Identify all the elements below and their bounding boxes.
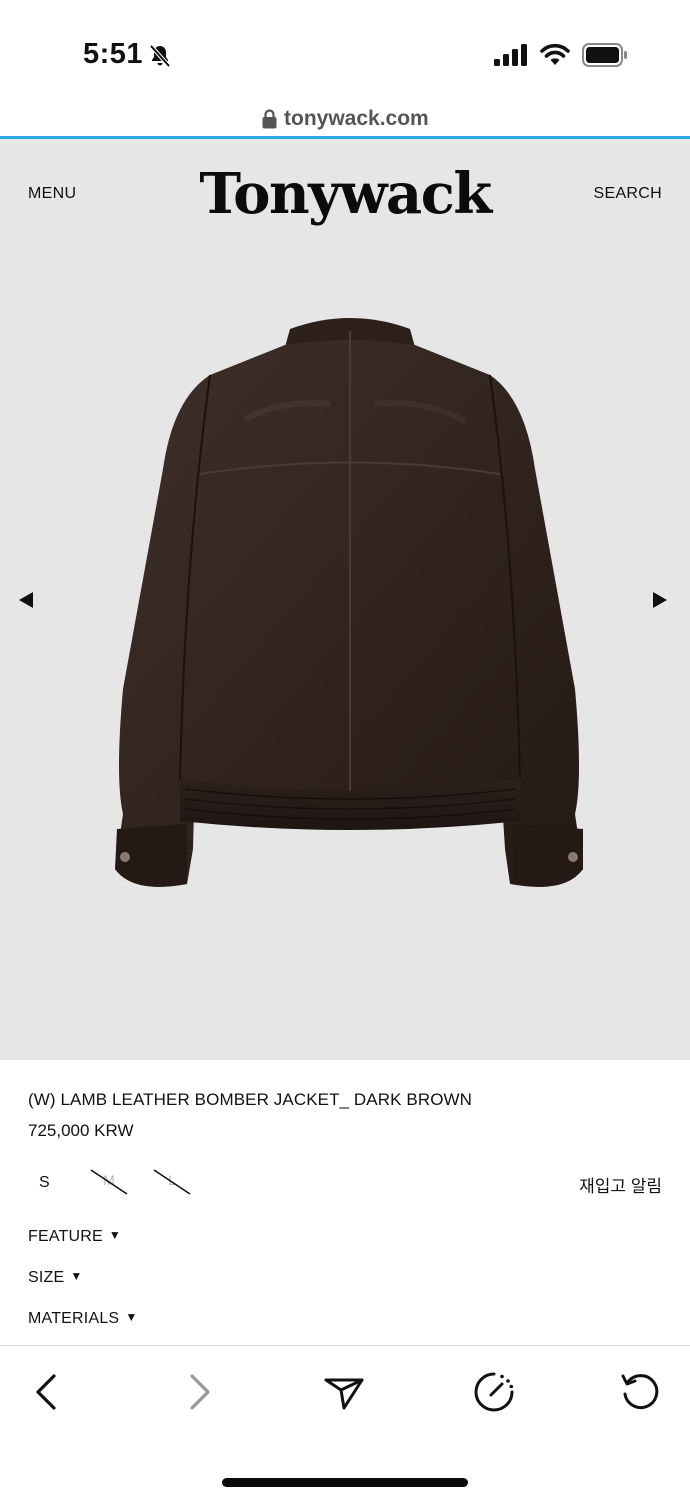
status-time: 5:51 <box>83 38 144 70</box>
browser-toolbar <box>0 1345 690 1500</box>
caret-down-icon: ▼ <box>108 1228 121 1242</box>
product-name: (W) LAMB LEATHER BOMBER JACKET_ DARK BRO… <box>28 1090 473 1109</box>
next-image-button[interactable] <box>652 591 668 609</box>
back-icon[interactable] <box>26 1370 70 1414</box>
feature-accordion[interactable]: FEATURE ▼ <box>28 1228 121 1246</box>
prev-image-button[interactable] <box>18 591 34 609</box>
materials-label: MATERIALS <box>28 1310 120 1327</box>
share-icon[interactable] <box>322 1370 366 1414</box>
materials-accordion[interactable]: MATERIALS ▼ <box>28 1310 137 1328</box>
status-bar: 5:51 <box>0 0 690 100</box>
speedometer-icon[interactable] <box>472 1370 516 1414</box>
wifi-icon <box>540 43 570 65</box>
caret-down-icon: ▼ <box>70 1269 83 1283</box>
lock-icon <box>262 109 277 129</box>
brand-logo[interactable]: Tonywack <box>0 161 690 227</box>
soldout-slash-icon <box>153 1169 191 1195</box>
url-bar[interactable]: tonywack.com <box>0 100 690 138</box>
url-text[interactable]: tonywack.com <box>284 107 429 131</box>
restock-alert-button[interactable]: 재입고 알림 <box>579 1172 662 1197</box>
cellular-signal-icon <box>494 44 527 66</box>
size-option-l-soldout: L <box>153 1168 191 1196</box>
product-gallery: MENU Tonywack SEARCH <box>0 139 690 1060</box>
home-indicator <box>222 1478 468 1487</box>
search-button[interactable]: SEARCH <box>594 185 662 203</box>
size-label: SIZE <box>28 1269 65 1286</box>
product-image <box>115 318 583 887</box>
reload-icon[interactable] <box>618 1370 662 1414</box>
feature-label: FEATURE <box>28 1228 103 1245</box>
size-accordion[interactable]: SIZE ▼ <box>28 1269 82 1287</box>
product-price: 725,000 KRW <box>28 1121 134 1140</box>
size-option-s[interactable]: S <box>39 1174 50 1192</box>
forward-icon[interactable] <box>176 1370 220 1414</box>
size-option-m-soldout: M <box>90 1168 128 1196</box>
soldout-slash-icon <box>90 1169 128 1195</box>
battery-icon <box>582 43 627 67</box>
caret-down-icon: ▼ <box>125 1310 138 1324</box>
bell-slash-icon <box>149 44 171 68</box>
